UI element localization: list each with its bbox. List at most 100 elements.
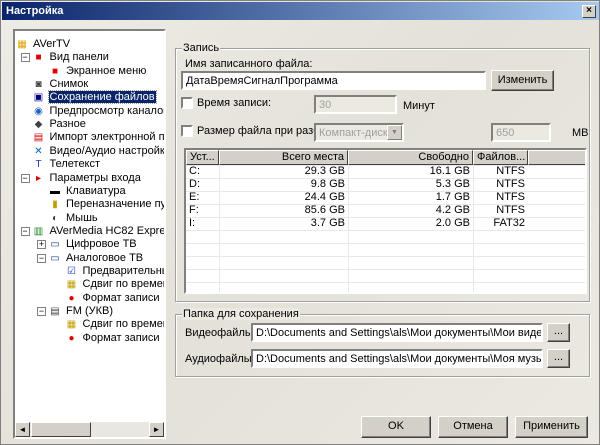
table-cell[interactable]: E: — [186, 191, 219, 204]
split-size-input[interactable]: 650 — [491, 123, 551, 142]
tree-item-label: AVerMedia HC82 Express-C — [49, 224, 166, 237]
column-header-filler — [528, 150, 585, 165]
table-cell[interactable]: 24.4 GB — [219, 191, 348, 204]
column-header[interactable]: Уст... — [186, 150, 219, 165]
tree-item-label: Сдвиг по времени — [82, 278, 166, 291]
scroll-thumb[interactable] — [31, 422, 91, 437]
tree-item[interactable]: ▦ Сдвиг по времени — [67, 278, 166, 291]
tree-item[interactable]: ● Формат записи — [68, 292, 161, 305]
tree-item-label: Предпросмотр каналов — [49, 104, 166, 117]
tree-item-label: Клавиатура — [66, 184, 126, 197]
table-cell[interactable]: NTFS — [473, 191, 528, 204]
table-cell[interactable]: 5.3 GB — [348, 178, 473, 191]
tv-icon: ▭ — [50, 252, 60, 264]
split-size-checkbox[interactable] — [181, 125, 193, 137]
table-cell[interactable]: 29.3 GB — [219, 165, 348, 178]
tree-item[interactable]: ▮ Переназначение пульт — [52, 198, 164, 211]
split-size-combo[interactable]: Компакт-диск ▼ — [314, 123, 404, 142]
tree-item[interactable]: ▤ Импорт электронной прог — [34, 131, 165, 144]
horizontal-scrollbar[interactable]: ◄ ► — [15, 422, 164, 437]
column-header[interactable]: Свободно — [348, 150, 473, 165]
tree-item-label: Аналоговое ТВ — [66, 251, 144, 264]
collapse-icon[interactable]: − — [20, 173, 30, 183]
table-cell[interactable]: 9.8 GB — [219, 178, 348, 191]
floppy-icon: ▣ — [33, 92, 44, 104]
table-cell[interactable]: NTFS — [473, 204, 528, 217]
collapse-icon[interactable]: − — [20, 226, 30, 236]
tree-item[interactable]: ☑ Предварительный — [67, 265, 164, 278]
tree-item-label: Импорт электронной прог — [49, 131, 165, 144]
tree-item[interactable]: ▤ FM (УКВ) − — [37, 305, 114, 318]
timeshift-icon: ▦ — [66, 279, 77, 291]
table-cell[interactable]: 2.0 GB — [348, 217, 473, 230]
table-cell[interactable]: I: — [186, 217, 219, 230]
audio-folder-input[interactable]: D:\Documents and Settings\als\Мои докуме… — [251, 349, 543, 368]
panel-view-icon: ■ — [35, 52, 42, 64]
remote-icon: ▮ — [52, 199, 58, 211]
change-button[interactable]: Изменить — [491, 70, 554, 91]
tree-item[interactable]: ◆ Разное — [35, 118, 87, 131]
close-button[interactable]: × — [582, 5, 596, 18]
filename-input[interactable]: ДатаВремяСигналПрограмма — [181, 71, 486, 90]
collapse-icon[interactable]: − — [37, 253, 46, 263]
table-cell[interactable]: NTFS — [473, 165, 528, 178]
tree-item[interactable]: ◉ Предпросмотр каналов — [34, 104, 166, 118]
record-time-checkbox[interactable] — [181, 97, 193, 109]
tree-item[interactable]: ▸ Параметры входа − — [20, 172, 142, 185]
chevron-down-icon[interactable]: ▼ — [387, 125, 402, 140]
table-cell[interactable]: D: — [186, 178, 219, 191]
tree-item-label: Формат записи — [82, 331, 160, 344]
tree-item[interactable]: ▭ Цифровое ТВ + — [37, 238, 138, 251]
table-cell[interactable]: 1.7 GB — [348, 191, 473, 204]
video-folder-input[interactable]: D:\Documents and Settings\als\Мои докуме… — [251, 323, 543, 342]
audio-browse-button[interactable]: ... — [547, 349, 570, 368]
apply-button[interactable]: Применить — [515, 416, 588, 438]
import-icon: ▤ — [33, 132, 44, 144]
mouse-icon: ◐ — [51, 212, 59, 224]
tree-item[interactable]: ▦ AVerTV — [17, 38, 71, 51]
settings-tree[interactable]: ◄ ► ▦ AVerTV ■ Вид панели − ■ Экранное меню ◙ Сн… — [13, 29, 166, 439]
column-header[interactable]: Всего места — [219, 150, 348, 165]
table-cell[interactable]: F: — [186, 204, 219, 217]
record-group-label: Запись — [182, 42, 221, 54]
video-browse-button[interactable]: ... — [547, 323, 570, 342]
tv-icon: ▭ — [50, 239, 60, 251]
tree-item[interactable]: T Телетекст — [35, 158, 102, 171]
tree-item[interactable]: ▣ Сохранение файлов — [34, 90, 157, 105]
record-icon: ● — [68, 292, 75, 304]
table-cell[interactable]: 16.1 GB — [348, 165, 473, 178]
tree-item[interactable]: ■ Вид панели − — [20, 51, 110, 64]
scroll-right-button[interactable]: ► — [149, 422, 164, 437]
camera-icon: ◙ — [35, 79, 42, 91]
tree-item[interactable]: ● Формат записи — [68, 331, 161, 345]
grid-line — [186, 256, 585, 257]
grid-line — [186, 230, 585, 231]
table-cell[interactable]: 4.2 GB — [348, 204, 473, 217]
column-header[interactable]: Файлов... — [473, 150, 528, 165]
tree-item[interactable]: ▦ Сдвиг по времени — [67, 318, 164, 331]
tree-item[interactable]: ■ Экранное меню — [52, 65, 147, 78]
table-cell[interactable]: C: — [186, 165, 219, 178]
grid-line — [186, 243, 585, 244]
drives-table[interactable]: Уст... Всего места Свободно Файлов... C: 29.3… — [184, 148, 587, 294]
table-cell[interactable]: 85.6 GB — [219, 204, 348, 217]
table-cell[interactable]: NTFS — [473, 178, 528, 191]
tree-item-label: FM (УКВ) — [66, 305, 113, 317]
collapse-icon[interactable]: − — [37, 307, 46, 316]
expand-icon[interactable]: + — [37, 240, 46, 250]
record-time-input[interactable]: 30 — [314, 95, 397, 114]
tree-item[interactable]: ◐ Мышь — [52, 212, 99, 225]
cancel-button[interactable]: Отмена — [438, 416, 508, 438]
tree-item[interactable]: ◙ Снимок — [35, 78, 90, 91]
tree-item-label: Разное — [49, 118, 86, 131]
tree-item[interactable]: ▥ AVerMedia HC82 Express-C − — [20, 224, 166, 238]
audio-files-label: Аудиофайлы: — [185, 353, 255, 365]
table-cell[interactable]: 3.7 GB — [219, 217, 348, 230]
tree-item[interactable]: ▭ Аналоговое ТВ − — [37, 251, 144, 265]
collapse-icon[interactable]: − — [20, 53, 30, 63]
table-cell[interactable]: FAT32 — [473, 217, 528, 230]
tree-item[interactable]: ▬ Клавиатура — [50, 184, 127, 198]
tree-item[interactable]: ✕ Видео/Аудио настройки — [34, 145, 164, 158]
scroll-left-button[interactable]: ◄ — [15, 422, 30, 437]
ok-button[interactable]: OK — [361, 416, 431, 438]
